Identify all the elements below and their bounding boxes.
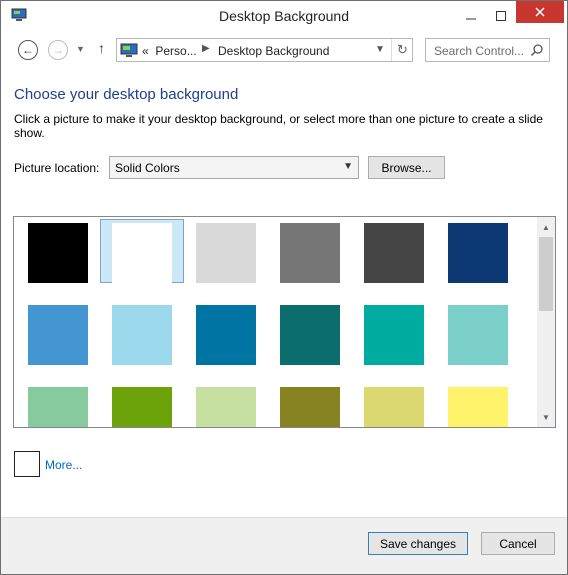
color-swatch-fill: [364, 305, 424, 365]
color-swatch[interactable]: [268, 301, 352, 365]
address-bar[interactable]: « Perso... ▶ Desktop Background ▼ ↻: [116, 38, 413, 62]
search-input[interactable]: Search Control...: [425, 38, 550, 62]
color-swatch[interactable]: [184, 383, 268, 427]
back-button[interactable]: ←: [18, 40, 38, 60]
control-panel-icon: [120, 43, 138, 57]
chevron-down-icon: ▼: [343, 161, 353, 172]
refresh-icon: ↻: [397, 42, 408, 57]
picture-location-dropdown[interactable]: Solid Colors ▼: [109, 156, 359, 179]
color-swatch-fill: [448, 223, 508, 283]
chevron-down-icon[interactable]: ▼: [375, 44, 385, 55]
scroll-up-icon[interactable]: ▲: [537, 219, 555, 236]
color-swatch[interactable]: [100, 383, 184, 427]
breadcrumb-overflow-label: «: [142, 44, 149, 58]
browse-button[interactable]: Browse...: [368, 156, 445, 179]
gallery-scrollbar[interactable]: ▲ ▼: [537, 217, 555, 427]
color-swatch[interactable]: [436, 383, 520, 427]
up-arrow-icon: ↑: [98, 40, 105, 56]
color-swatch[interactable]: [268, 383, 352, 427]
color-swatch-fill: [448, 387, 508, 427]
recent-locations-button[interactable]: ▼: [76, 44, 85, 54]
color-swatch[interactable]: [16, 301, 100, 365]
forward-arrow-icon: →: [52, 43, 64, 57]
save-changes-button[interactable]: Save changes: [368, 532, 468, 555]
color-swatch-fill: [196, 387, 256, 427]
scroll-down-icon[interactable]: ▼: [537, 409, 555, 426]
breadcrumb-personalization[interactable]: Perso...: [155, 44, 196, 58]
minimize-button[interactable]: [456, 1, 486, 31]
color-swatch[interactable]: [436, 219, 520, 283]
color-swatch[interactable]: [100, 301, 184, 365]
cancel-button[interactable]: Cancel: [481, 532, 555, 555]
desktop-background-window: Desktop Background ← → ▼ ↑ « Perso... ▶ …: [0, 0, 568, 575]
search-placeholder: Search Control...: [434, 44, 525, 58]
navigation-bar: ← → ▼ ↑ « Perso... ▶ Desktop Background …: [1, 32, 567, 68]
color-swatch-fill: [280, 305, 340, 365]
picture-location-value: Solid Colors: [115, 161, 180, 175]
chevron-right-icon[interactable]: ▶: [202, 43, 210, 54]
color-swatch[interactable]: [352, 383, 436, 427]
title-bar: Desktop Background: [1, 1, 567, 32]
color-swatch-fill: [28, 305, 88, 365]
minimize-icon: [466, 18, 476, 20]
color-swatch-fill: [196, 305, 256, 365]
color-swatch[interactable]: [184, 301, 268, 365]
color-swatch[interactable]: [352, 301, 436, 365]
color-swatch[interactable]: [184, 219, 268, 283]
color-swatch-fill: [112, 223, 172, 283]
color-swatch-fill: [196, 223, 256, 283]
color-swatch-fill: [28, 223, 88, 283]
color-swatch-fill: [280, 223, 340, 283]
color-gallery: ▲ ▼: [13, 216, 556, 428]
color-swatch-fill: [280, 387, 340, 427]
more-color-preview[interactable]: [14, 451, 40, 477]
color-swatch-fill: [448, 305, 508, 365]
color-swatch-fill: [28, 387, 88, 427]
close-button[interactable]: [516, 1, 564, 23]
color-swatch[interactable]: [352, 219, 436, 283]
maximize-button[interactable]: [486, 1, 516, 31]
footer: Save changes Cancel: [1, 517, 567, 574]
color-swatch-fill: [112, 387, 172, 427]
color-swatch-fill: [364, 223, 424, 283]
breadcrumb-desktop-background[interactable]: Desktop Background: [218, 44, 329, 58]
page-title: Choose your desktop background: [14, 86, 239, 103]
close-icon: [535, 7, 545, 17]
page-description: Click a picture to make it your desktop …: [14, 112, 543, 140]
forward-button[interactable]: →: [48, 40, 68, 60]
more-colors-link[interactable]: More...: [45, 458, 82, 472]
up-button[interactable]: ↑: [98, 40, 105, 56]
refresh-button[interactable]: ↻: [391, 39, 413, 61]
picture-location-label: Picture location:: [14, 161, 100, 175]
color-swatch-fill: [112, 305, 172, 365]
color-swatch[interactable]: [100, 219, 184, 283]
color-swatch[interactable]: [16, 219, 100, 283]
back-arrow-icon: ←: [22, 43, 34, 57]
color-swatch[interactable]: [16, 383, 100, 427]
color-swatch[interactable]: [436, 301, 520, 365]
color-swatch-fill: [364, 387, 424, 427]
search-icon[interactable]: [530, 43, 544, 57]
color-swatch[interactable]: [268, 219, 352, 283]
maximize-icon: [496, 11, 506, 21]
breadcrumb-overflow[interactable]: « Perso...: [142, 44, 197, 58]
scrollbar-thumb[interactable]: [539, 237, 553, 311]
